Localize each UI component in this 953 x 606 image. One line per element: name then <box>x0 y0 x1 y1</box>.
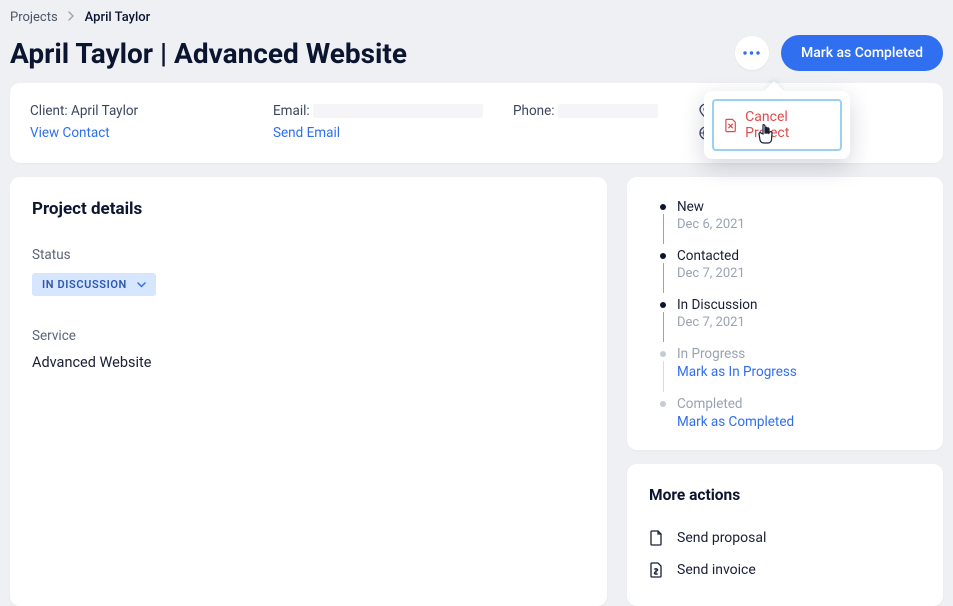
timeline-date: Dec 7, 2021 <box>677 315 757 330</box>
mark-completed-link[interactable]: Mark as Completed <box>677 414 794 430</box>
more-actions-heading: More actions <box>649 486 921 504</box>
cancel-document-icon <box>724 118 737 133</box>
status-dropdown[interactable]: IN DISCUSSION <box>32 273 156 296</box>
timeline-title: Contacted <box>677 248 745 264</box>
invoice-icon <box>649 562 663 578</box>
client-label: Client: April Taylor <box>30 103 273 119</box>
project-details-heading: Project details <box>32 199 585 219</box>
service-label: Service <box>32 328 585 344</box>
send-invoice-action[interactable]: Send invoice <box>649 554 921 586</box>
chevron-down-icon <box>137 278 146 291</box>
timeline-date: Dec 6, 2021 <box>677 217 745 232</box>
more-options-button[interactable] <box>735 36 769 70</box>
timeline-title: Completed <box>677 396 794 412</box>
page-title: April Taylor | Advanced Website <box>10 37 407 70</box>
more-options-dropdown: Cancel Project <box>704 91 850 159</box>
service-value: Advanced Website <box>32 354 585 371</box>
chevron-right-icon <box>68 10 75 25</box>
action-label: Send proposal <box>677 530 766 546</box>
timeline-title: In Progress <box>677 346 797 362</box>
mark-in-progress-link[interactable]: Mark as In Progress <box>677 364 797 380</box>
send-email-link[interactable]: Send Email <box>273 125 513 141</box>
email-value-masked <box>313 104 483 118</box>
more-actions-card: More actions Send proposal Send invoice <box>627 464 943 606</box>
project-details-card: Project details Status IN DISCUSSION Ser… <box>10 177 607 606</box>
breadcrumb: Projects April Taylor <box>10 10 943 31</box>
timeline-item: Completed Mark as Completed <box>649 396 921 430</box>
timeline-title: In Discussion <box>677 297 757 313</box>
breadcrumb-current: April Taylor <box>85 10 151 25</box>
mark-completed-button[interactable]: Mark as Completed <box>781 35 943 71</box>
status-timeline: New Dec 6, 2021 Contacted Dec 7, 2021 <box>649 199 921 430</box>
cancel-project-button[interactable]: Cancel Project <box>712 99 842 151</box>
status-timeline-card: New Dec 6, 2021 Contacted Dec 7, 2021 <box>627 177 943 450</box>
breadcrumb-root[interactable]: Projects <box>10 10 58 25</box>
timeline-date: Dec 7, 2021 <box>677 266 745 281</box>
send-proposal-action[interactable]: Send proposal <box>649 522 921 554</box>
view-contact-link[interactable]: View Contact <box>30 125 273 141</box>
action-label: Send invoice <box>677 562 756 578</box>
status-value: IN DISCUSSION <box>42 278 127 291</box>
dots-horizontal-icon <box>743 51 760 55</box>
timeline-item: In Progress Mark as In Progress <box>649 346 921 396</box>
timeline-item: In Discussion Dec 7, 2021 <box>649 297 921 346</box>
cancel-project-label: Cancel Project <box>745 109 830 141</box>
email-label: Email: <box>273 103 513 119</box>
timeline-title: New <box>677 199 745 215</box>
timeline-item: New Dec 6, 2021 <box>649 199 921 248</box>
timeline-item: Contacted Dec 7, 2021 <box>649 248 921 297</box>
phone-label: Phone: <box>513 103 693 119</box>
document-icon <box>649 530 663 546</box>
phone-value-masked <box>558 104 658 118</box>
status-label: Status <box>32 247 585 263</box>
